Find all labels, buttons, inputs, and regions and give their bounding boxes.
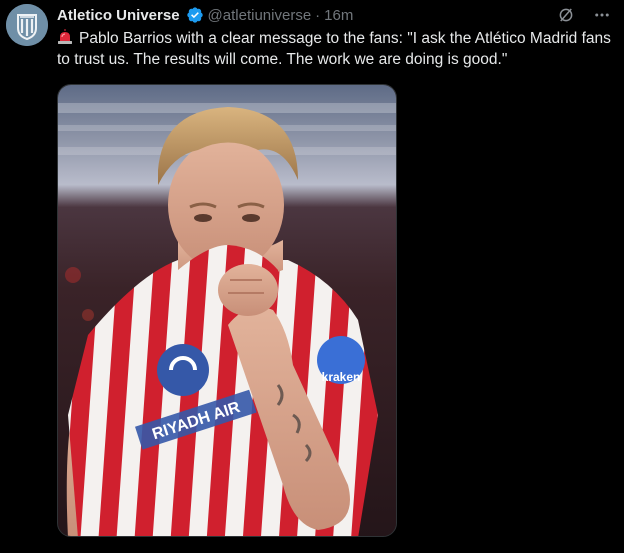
grok-icon[interactable] [556, 5, 576, 25]
atletico-crest-icon [6, 4, 48, 46]
avatar[interactable] [6, 4, 48, 46]
sleeve-badge: kraken [322, 370, 361, 384]
handle[interactable]: @atletiuniverse [208, 7, 312, 24]
tweet: Atletico Universe @atletiuniverse · 16m [0, 0, 624, 553]
timestamp[interactable]: 16m [324, 7, 353, 24]
tweet-text-container: Pablo Barrios with a clear message to th… [57, 28, 616, 70]
display-name[interactable]: Atletico Universe [57, 7, 180, 24]
header-actions [556, 5, 612, 25]
separator: · [315, 6, 321, 24]
tweet-photo[interactable]: RIYADH AIR kraken [57, 84, 397, 537]
verified-badge-icon [186, 7, 203, 23]
tweet-text: Pablo Barrios with a clear message to th… [57, 30, 611, 68]
police-siren-icon [58, 29, 72, 44]
more-options-icon[interactable] [592, 5, 612, 25]
tweet-header: Atletico Universe @atletiuniverse · 16m [57, 4, 612, 26]
